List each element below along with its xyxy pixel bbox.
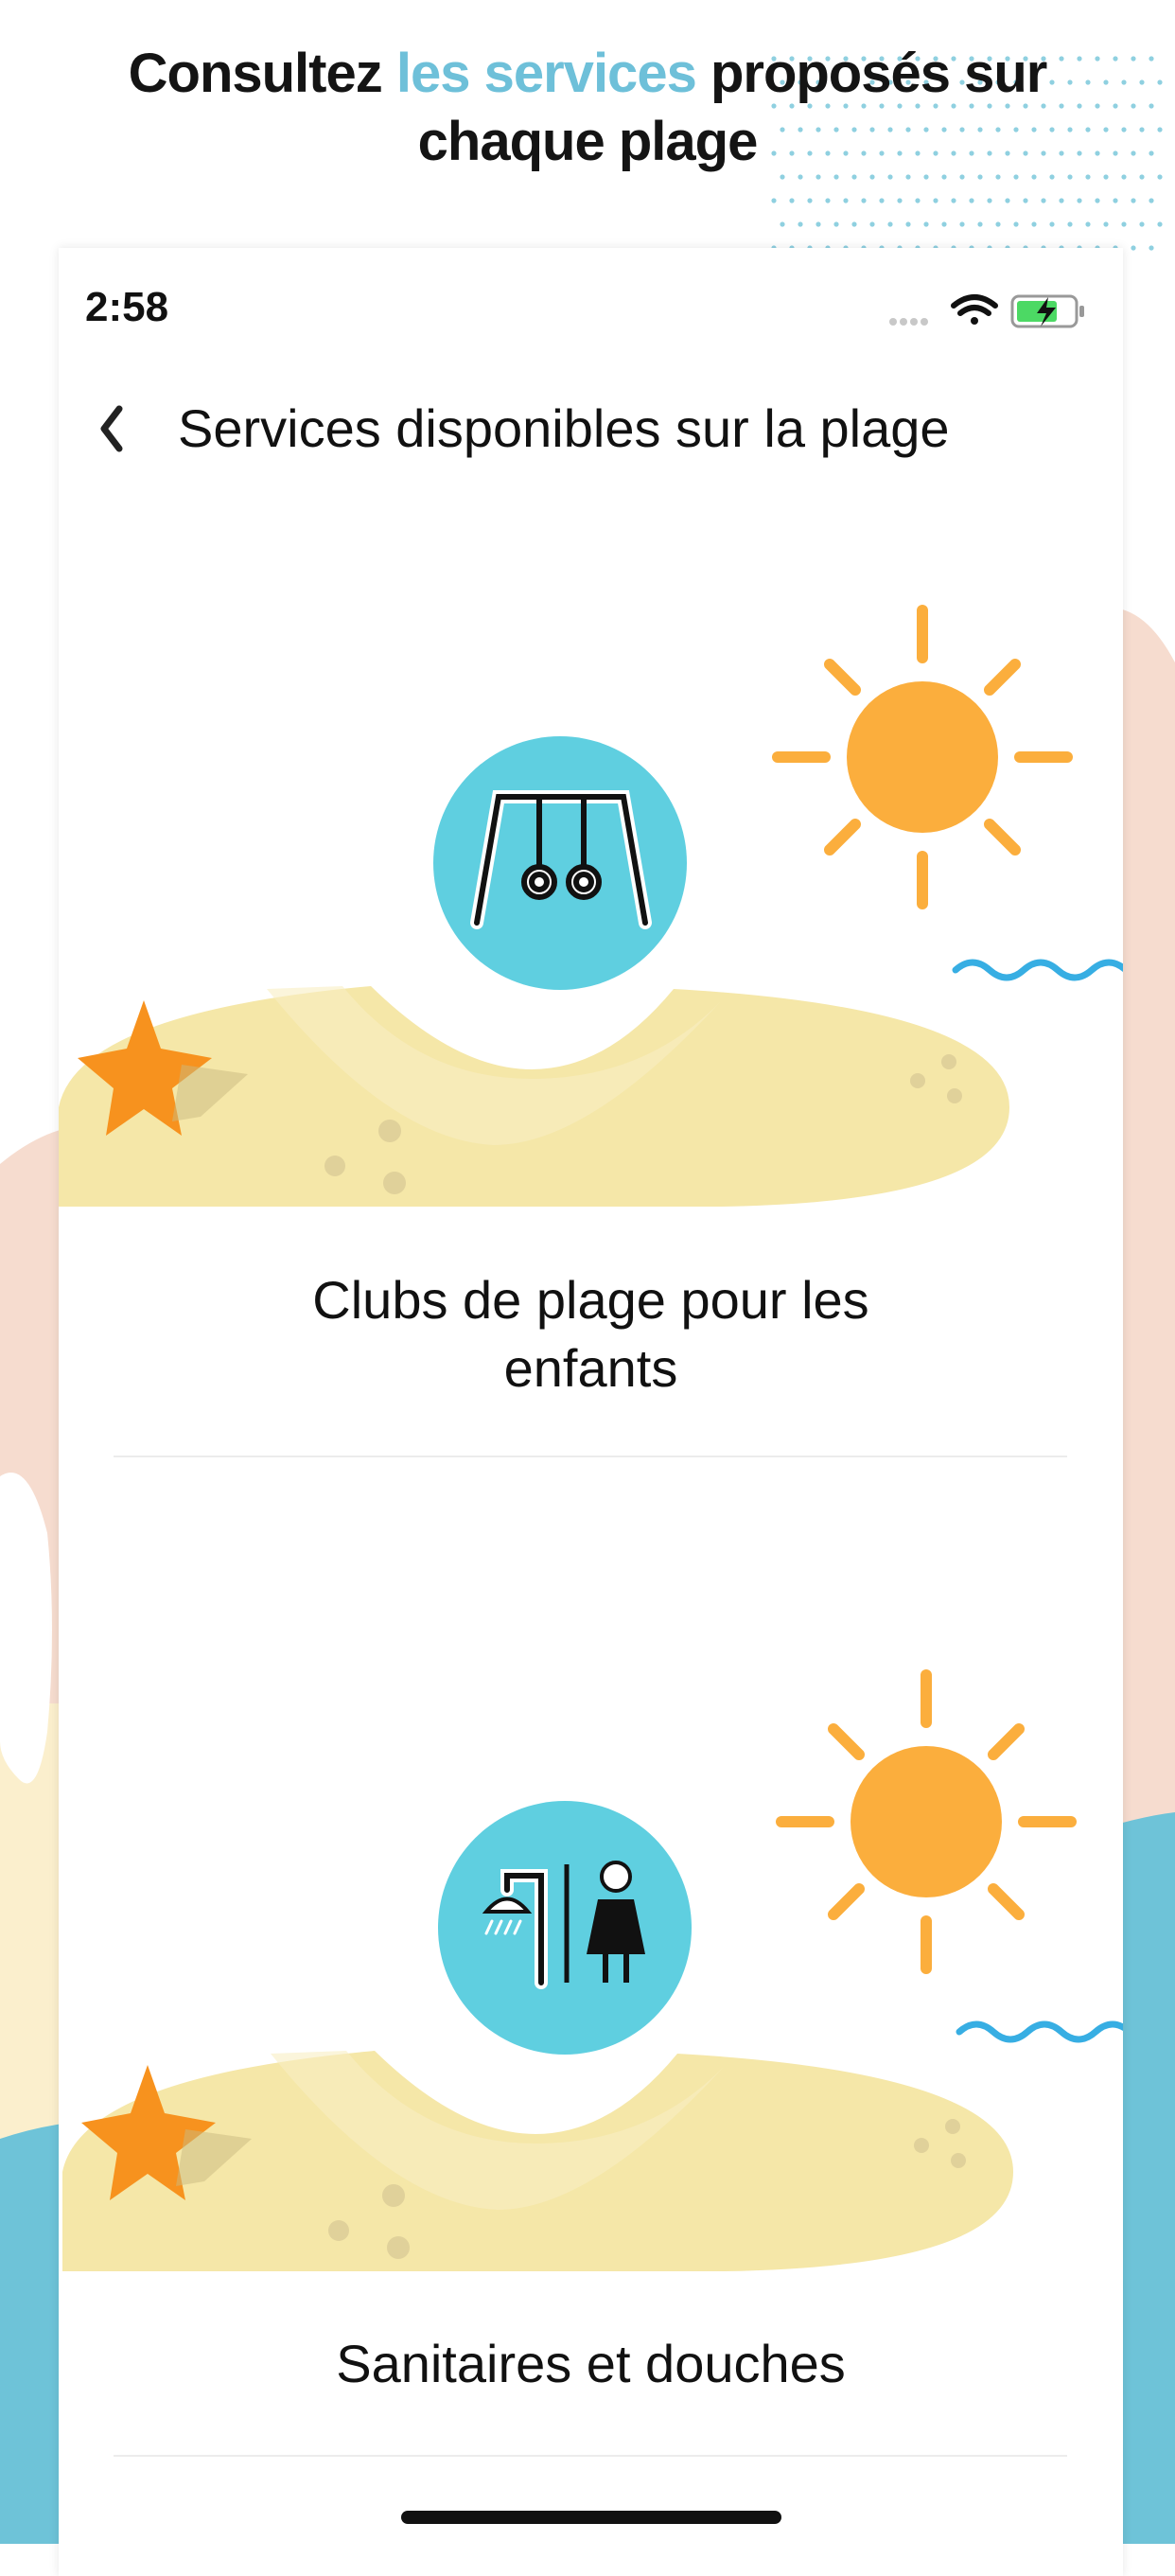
headline-accent-text: les services xyxy=(395,43,697,104)
pattern-dot xyxy=(1095,198,1100,203)
pattern-dot xyxy=(1149,198,1154,203)
pattern-dot xyxy=(807,198,813,203)
chevron-left-icon xyxy=(100,405,123,452)
pattern-dot xyxy=(987,198,992,203)
service-label-line: Clubs de plage pour les xyxy=(312,1270,869,1330)
pattern-dot xyxy=(1077,198,1082,203)
wifi-icon xyxy=(951,294,998,325)
divider xyxy=(114,2455,1067,2457)
pattern-dot xyxy=(869,221,875,227)
back-button[interactable] xyxy=(91,397,132,460)
pattern-dot xyxy=(1157,221,1163,227)
headline-line2: chaque plage xyxy=(417,111,759,172)
service-card-illustration-1[interactable] xyxy=(59,587,1123,1230)
service-label-2[interactable]: Sanitaires et douches xyxy=(59,2330,1123,2398)
pattern-dot xyxy=(771,198,777,203)
signal-dots-icon xyxy=(889,318,928,326)
pattern-dot xyxy=(959,221,965,227)
pattern-dot xyxy=(995,221,1001,227)
pattern-dot xyxy=(815,221,821,227)
pattern-dot xyxy=(843,198,849,203)
pattern-dot xyxy=(879,198,885,203)
pattern-dot xyxy=(1121,221,1127,227)
pattern-dot xyxy=(969,198,974,203)
pattern-dot xyxy=(851,221,857,227)
pattern-dot xyxy=(1131,198,1136,203)
pattern-dot xyxy=(1139,221,1145,227)
service-label-line: enfants xyxy=(503,1338,678,1398)
headline-text-end: proposés sur xyxy=(695,43,1047,104)
service-label-line: Sanitaires et douches xyxy=(336,2334,846,2393)
pattern-dot xyxy=(789,198,795,203)
service-label-1[interactable]: Clubs de plage pour les enfants xyxy=(59,1266,1123,1403)
pattern-dot xyxy=(897,198,903,203)
pattern-dot xyxy=(1013,221,1019,227)
pattern-dot xyxy=(933,198,938,203)
pattern-dot xyxy=(798,221,803,227)
pattern-dot xyxy=(1031,221,1037,227)
battery-charging-icon xyxy=(1010,294,1084,328)
pattern-dot xyxy=(1049,221,1055,227)
pattern-dot xyxy=(833,221,839,227)
pattern-dot xyxy=(1067,221,1073,227)
status-time: 2:58 xyxy=(85,284,169,330)
pattern-dot xyxy=(861,198,867,203)
pattern-dot xyxy=(1005,198,1010,203)
service-card-illustration-2[interactable] xyxy=(59,1651,1123,2295)
pattern-dot xyxy=(1041,198,1046,203)
pattern-dot xyxy=(1149,245,1154,251)
pattern-dot xyxy=(977,221,983,227)
wave-icon xyxy=(952,959,1123,981)
home-indicator xyxy=(401,2511,781,2524)
pattern-dot xyxy=(905,221,911,227)
pattern-dot xyxy=(923,221,929,227)
headline-text: Consultez xyxy=(128,43,396,104)
pattern-dot xyxy=(1059,198,1064,203)
pattern-dot xyxy=(825,198,831,203)
pattern-dot xyxy=(941,221,947,227)
pattern-dot xyxy=(780,221,785,227)
sun-icon xyxy=(772,605,1073,909)
pattern-dot xyxy=(1131,245,1136,251)
divider xyxy=(114,1456,1067,1457)
status-icons xyxy=(889,294,1084,328)
pattern-dot xyxy=(1103,221,1109,227)
pattern-dot xyxy=(951,198,956,203)
wave-icon xyxy=(956,2020,1123,2043)
pattern-dot xyxy=(1113,198,1118,203)
pattern-dot xyxy=(1023,198,1028,203)
service-icon-circle xyxy=(433,736,687,990)
pattern-dot xyxy=(915,198,921,203)
pattern-dot xyxy=(887,221,893,227)
page-title: Services disponibles sur la plage xyxy=(178,398,950,458)
sun-icon xyxy=(776,1669,1077,1974)
promo-headline: Consultez les services proposés sur chaq… xyxy=(0,40,1175,176)
pattern-dot xyxy=(1085,221,1091,227)
